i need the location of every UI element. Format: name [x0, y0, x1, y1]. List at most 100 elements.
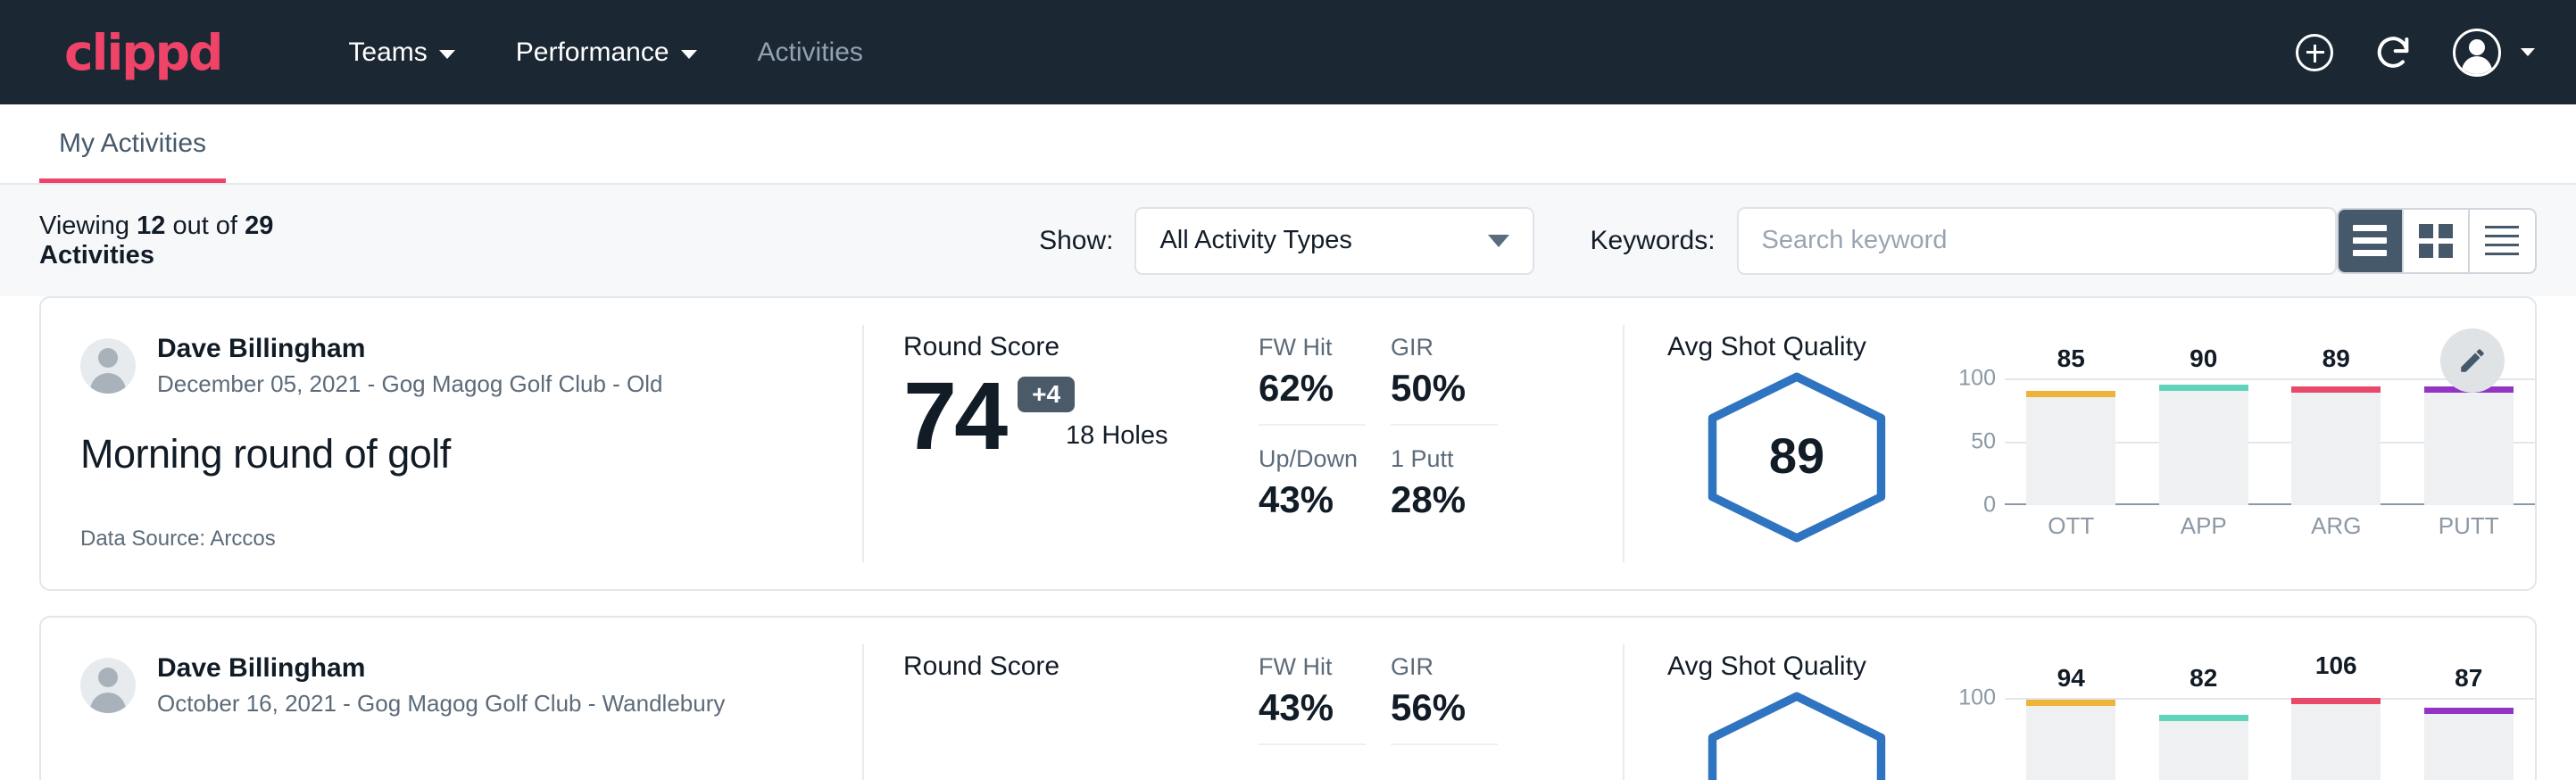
- shot-quality-body: 89 100 50 0 85: [1667, 366, 2535, 548]
- keywords-group: Keywords:: [1590, 207, 2336, 275]
- show-label: Show:: [1039, 226, 1113, 256]
- x-tick-label: ARG: [2291, 512, 2381, 540]
- shot-quality-chart: 100 94 82: [1940, 698, 2535, 780]
- refresh-icon[interactable]: [2372, 32, 2414, 73]
- stat-value: 50%: [1391, 367, 1498, 426]
- round-score-label: Round Score: [903, 332, 1239, 362]
- stats-grid: FW Hit 62% Up/Down 43% GIR 50% 1 Putt 28…: [1259, 332, 1623, 521]
- activity-meta: December 05, 2021 - Gog Magog Golf Club …: [157, 369, 663, 400]
- viewing-middle: out of: [172, 212, 237, 240]
- activity-title: Morning round of golf: [80, 431, 862, 477]
- compact-view-button[interactable]: [2470, 210, 2535, 272]
- round-score-column: Round Score: [864, 618, 1239, 780]
- chart-bar: 89: [2291, 378, 2381, 505]
- avatar-icon: [2453, 29, 2501, 77]
- chart-x-labels: OTT APP ARG PUTT: [2005, 512, 2535, 540]
- chart-y-axis: 100 50 0: [1940, 378, 1996, 505]
- activity-info-column: Dave Billingham October 16, 2021 - Gog M…: [41, 618, 862, 780]
- chart-bar: 90: [2159, 378, 2248, 505]
- round-score-column: Round Score 74 +4 18 Holes: [864, 298, 1239, 589]
- user-name: Dave Billingham: [157, 651, 725, 685]
- activity-card[interactable]: Dave Billingham December 05, 2021 - Gog …: [39, 296, 2537, 591]
- y-tick-100: 100: [1958, 685, 1996, 711]
- shot-quality-body: 100 94 82: [1667, 685, 2535, 780]
- header-actions: [2296, 29, 2535, 77]
- stat-label: GIR: [1391, 651, 1523, 681]
- stat-value: 43%: [1259, 478, 1391, 521]
- pencil-icon: [2457, 345, 2488, 376]
- activity-user: Dave Billingham December 05, 2021 - Gog …: [80, 332, 862, 399]
- bar-value-label: 94: [2026, 664, 2115, 693]
- x-tick-label: PUTT: [2424, 512, 2514, 540]
- shot-quality-column: Avg Shot Quality 100: [1625, 618, 2535, 780]
- chart-bar: 94: [2026, 698, 2115, 780]
- activity-meta: October 16, 2021 - Gog Magog Golf Club -…: [157, 689, 725, 719]
- chevron-down-icon: [2521, 48, 2535, 56]
- chart-bar: 82: [2159, 698, 2248, 780]
- nav-item-activities[interactable]: Activities: [727, 37, 893, 68]
- shot-quality-column: Avg Shot Quality 89 100 50 0: [1625, 298, 2535, 589]
- bar-value-label: 85: [2026, 344, 2115, 373]
- nav-item-teams[interactable]: Teams: [318, 37, 485, 68]
- user-menu[interactable]: [2453, 29, 2535, 77]
- user-name: Dave Billingham: [157, 332, 663, 366]
- x-tick-label: APP: [2159, 512, 2248, 540]
- tab-my-activities[interactable]: My Activities: [39, 129, 226, 183]
- viewing-count-text: Viewing 12 out of 29 Activities: [39, 212, 383, 270]
- stats-column: FW Hit 43% GIR 56%: [1239, 618, 1623, 780]
- show-filter-group: Show: All Activity Types: [1039, 207, 1534, 275]
- bar-value-label: 106: [2291, 651, 2381, 680]
- chart-plot-area: 85 90 89: [2005, 378, 2535, 505]
- bar-value-label: 90: [2159, 344, 2248, 373]
- chevron-down-icon: [681, 50, 697, 59]
- plus-circle-icon[interactable]: [2296, 34, 2333, 71]
- stat-value: 43%: [1259, 686, 1366, 745]
- view-mode-toggle-group: [2337, 208, 2537, 274]
- clippd-logo[interactable]: clippd: [64, 24, 221, 81]
- stat-value: 28%: [1391, 478, 1523, 521]
- activity-card-list: Dave Billingham December 05, 2021 - Gog …: [0, 296, 2576, 780]
- activity-type-select-value: All Activity Types: [1159, 226, 1351, 255]
- avatar: [80, 338, 136, 394]
- y-tick-100: 100: [1958, 366, 1996, 392]
- round-score-value: 74: [903, 368, 1005, 464]
- bar-value-label: 89: [2291, 344, 2381, 373]
- y-tick-50: 50: [1971, 429, 1996, 455]
- edit-activity-button[interactable]: [2440, 328, 2505, 393]
- stat-value: 56%: [1391, 686, 1498, 745]
- stat-label: GIR: [1391, 332, 1523, 361]
- stat-label: FW Hit: [1259, 332, 1391, 361]
- activity-card[interactable]: Dave Billingham October 16, 2021 - Gog M…: [39, 616, 2537, 780]
- nav-item-teams-label: Teams: [348, 37, 427, 68]
- activity-user: Dave Billingham October 16, 2021 - Gog M…: [80, 651, 862, 718]
- chart-bar: 85: [2026, 378, 2115, 505]
- top-navigation-bar: clippd Teams Performance Activities: [0, 0, 2576, 104]
- bar-value-label: 87: [2424, 664, 2514, 693]
- search-input[interactable]: [1737, 207, 2337, 275]
- viewing-count: 12: [137, 212, 165, 240]
- chart-bars: 94 82 106: [2005, 698, 2535, 780]
- list-view-button[interactable]: [2339, 210, 2405, 272]
- bar-value-label: 82: [2159, 664, 2248, 693]
- grid-view-button[interactable]: [2404, 210, 2470, 272]
- chevron-down-icon: [1488, 235, 1509, 247]
- chart-bar: 106: [2291, 698, 2381, 780]
- holes-label: 18 Holes: [1066, 421, 1239, 461]
- nav-item-performance[interactable]: Performance: [486, 37, 727, 68]
- nav-item-performance-label: Performance: [516, 37, 669, 68]
- data-source-label: Data Source: Arccos: [80, 527, 276, 552]
- chart-bars: 85 90 89: [2005, 378, 2535, 505]
- nav-item-activities-label: Activities: [758, 37, 863, 68]
- chart-plot-area: 94 82 106: [2005, 698, 2535, 780]
- stat-label: FW Hit: [1259, 651, 1391, 681]
- stats-grid: FW Hit 43% GIR 56%: [1259, 651, 1623, 745]
- avatar: [80, 658, 136, 713]
- activity-info-column: Dave Billingham December 05, 2021 - Gog …: [41, 298, 862, 589]
- chart-bar: 89: [2424, 378, 2514, 505]
- score-to-par-badge: +4: [1018, 377, 1075, 412]
- x-tick-label: OTT: [2026, 512, 2115, 540]
- primary-nav: Teams Performance Activities: [318, 37, 893, 68]
- activity-type-select[interactable]: All Activity Types: [1134, 207, 1534, 275]
- shot-quality-hexagon: 89: [1703, 371, 1890, 539]
- viewing-prefix: Viewing: [39, 212, 129, 240]
